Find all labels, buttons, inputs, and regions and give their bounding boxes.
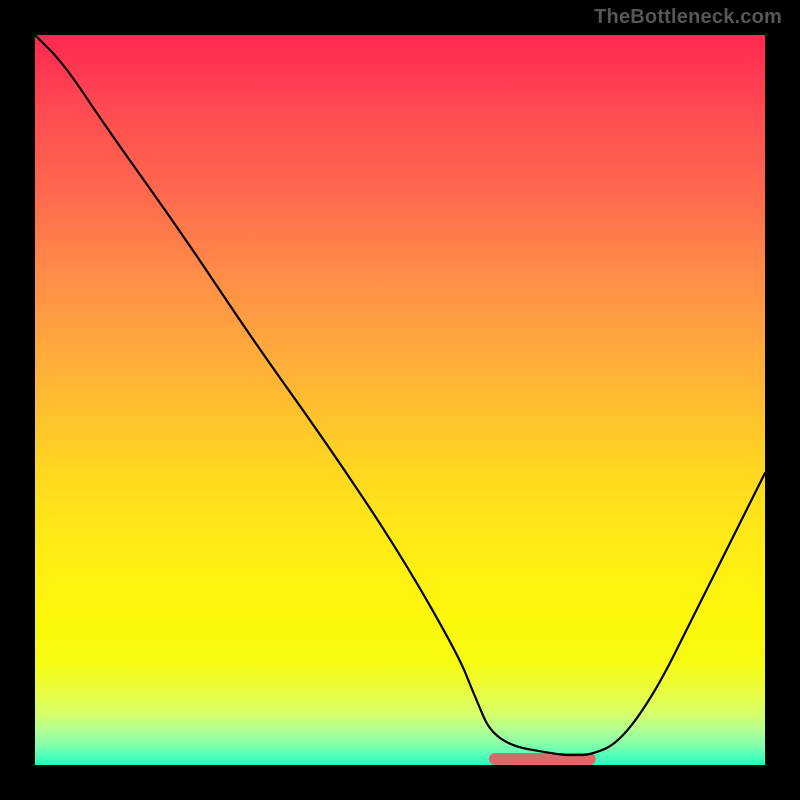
chart-frame: TheBottleneck.com — [0, 0, 800, 800]
plot-area — [35, 35, 765, 765]
bottleneck-curve — [35, 35, 765, 755]
chart-svg — [35, 35, 765, 765]
watermark-text: TheBottleneck.com — [594, 6, 782, 29]
